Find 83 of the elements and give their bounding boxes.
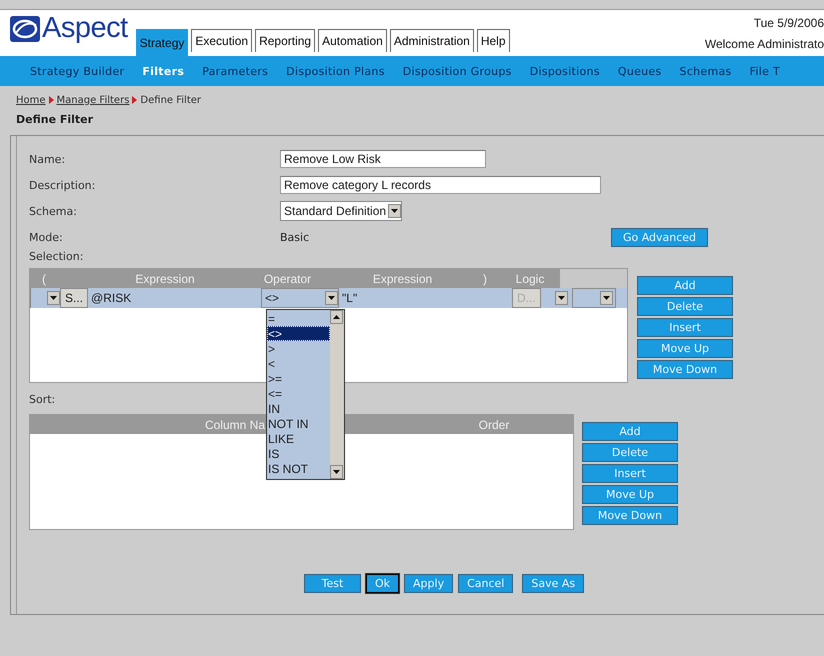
- grid-action-button[interactable]: Add: [582, 422, 678, 441]
- operator-select[interactable]: <>: [261, 288, 340, 308]
- dropdown-option[interactable]: <: [267, 356, 330, 371]
- dropdown-option[interactable]: <=: [267, 386, 330, 401]
- grid-action-button[interactable]: Add: [637, 276, 733, 295]
- grid-action-button[interactable]: Insert: [582, 464, 678, 483]
- grid-action-button[interactable]: Move Up: [637, 339, 733, 358]
- mode-value: Basic: [280, 230, 310, 244]
- main-tab[interactable]: Administration: [390, 29, 474, 52]
- caret-down-icon: [558, 296, 565, 300]
- footer-button[interactable]: Ok: [366, 574, 400, 593]
- nav-link[interactable]: Schemas: [680, 64, 732, 78]
- caret-down-icon: [328, 296, 336, 300]
- footer-button[interactable]: Save As: [522, 574, 584, 593]
- field-label: Description:: [29, 178, 96, 192]
- column-header: Expression: [90, 269, 240, 288]
- footer-button[interactable]: Apply: [404, 574, 454, 593]
- grid-action-button[interactable]: Insert: [637, 318, 733, 337]
- dropdown-option[interactable]: LIKE: [267, 431, 330, 446]
- column-header: Expression: [335, 269, 470, 288]
- name-input[interactable]: Remove Low Risk: [280, 150, 486, 168]
- column-header: Operator: [240, 269, 335, 288]
- nav-link[interactable]: Queues: [618, 64, 662, 78]
- dropdown-option[interactable]: IS: [267, 446, 330, 461]
- dropdown-option[interactable]: IN: [267, 401, 330, 416]
- field-label: Schema:: [29, 204, 78, 218]
- grid-action-button[interactable]: Move Down: [582, 506, 678, 525]
- select-field-button[interactable]: S...: [60, 288, 88, 308]
- globe-logo-icon: [10, 16, 40, 42]
- paren-dropdown[interactable]: [47, 291, 60, 305]
- main-tab[interactable]: Reporting: [255, 29, 316, 52]
- dropdown-option[interactable]: IS NOT: [267, 461, 330, 476]
- breadcrumb-current: Define Filter: [140, 94, 202, 106]
- main-tab[interactable]: Help: [476, 29, 510, 52]
- dropdown-option[interactable]: >=: [267, 371, 330, 386]
- welcome-text: Welcome Administrato: [704, 36, 824, 50]
- grid-action-button[interactable]: Move Down: [637, 360, 733, 379]
- field-label: Name:: [29, 152, 66, 166]
- section-label: Sort:: [29, 393, 56, 408]
- caret-down-icon: [391, 209, 398, 213]
- column-header: Column Na: [30, 415, 265, 434]
- field-label: Mode:: [29, 230, 64, 244]
- description-input[interactable]: Remove category L records: [280, 176, 601, 194]
- expression-cell-text: @RISK: [90, 291, 132, 305]
- nav-link[interactable]: File T: [750, 64, 780, 78]
- section-label: Selection:: [29, 250, 84, 265]
- paren-dropdown[interactable]: [554, 291, 568, 305]
- logo-text: Aspect: [42, 12, 128, 45]
- nav-link[interactable]: Disposition Groups: [402, 64, 512, 78]
- column-header: (: [30, 269, 90, 288]
- dropdown-option[interactable]: =: [267, 311, 330, 326]
- nav-link[interactable]: Parameters: [202, 64, 268, 78]
- page-title: Define Filter: [15, 112, 94, 128]
- schema-select[interactable]: Standard Definition: [280, 201, 402, 221]
- dropdown-option[interactable]: NOT IN: [267, 416, 330, 431]
- main-tab[interactable]: Strategy: [136, 29, 188, 56]
- triangle-right-icon: [48, 96, 54, 104]
- scroll-up-arrow-icon: [333, 315, 340, 319]
- breadcrumb-link[interactable]: Manage Filters: [56, 94, 130, 106]
- grid-action-button[interactable]: Delete: [582, 443, 678, 462]
- column-header: ): [470, 269, 500, 288]
- breadcrumb-link[interactable]: Home: [16, 94, 46, 106]
- expression-cell-text: "L": [341, 291, 358, 305]
- footer-button[interactable]: Test: [304, 574, 361, 593]
- date-text: Tue 5/9/2006: [754, 16, 824, 30]
- main-tab[interactable]: Automation: [318, 29, 387, 52]
- footer-button[interactable]: Cancel: [458, 574, 514, 593]
- grid-action-button[interactable]: Delete: [637, 297, 733, 316]
- caret-down-icon: [333, 470, 340, 474]
- nav-link[interactable]: Disposition Plans: [286, 64, 385, 78]
- triangle-right-icon: [132, 96, 138, 104]
- grid-action-button[interactable]: Move Up: [582, 485, 678, 504]
- nav-link[interactable]: Filters: [142, 64, 184, 78]
- dropdown-option[interactable]: <>: [267, 326, 330, 341]
- main-tab[interactable]: Execution: [191, 29, 252, 52]
- nav-link[interactable]: Strategy Builder: [30, 64, 124, 78]
- caret-down-icon: [602, 296, 610, 300]
- scrollbar[interactable]: [330, 310, 344, 479]
- nav-link[interactable]: Dispositions: [530, 64, 600, 78]
- column-header: Logic: [500, 269, 560, 288]
- dropdown-option[interactable]: >: [267, 341, 330, 356]
- go-advanced-button[interactable]: Go Advanced: [611, 228, 708, 246]
- caret-down-icon: [50, 296, 57, 300]
